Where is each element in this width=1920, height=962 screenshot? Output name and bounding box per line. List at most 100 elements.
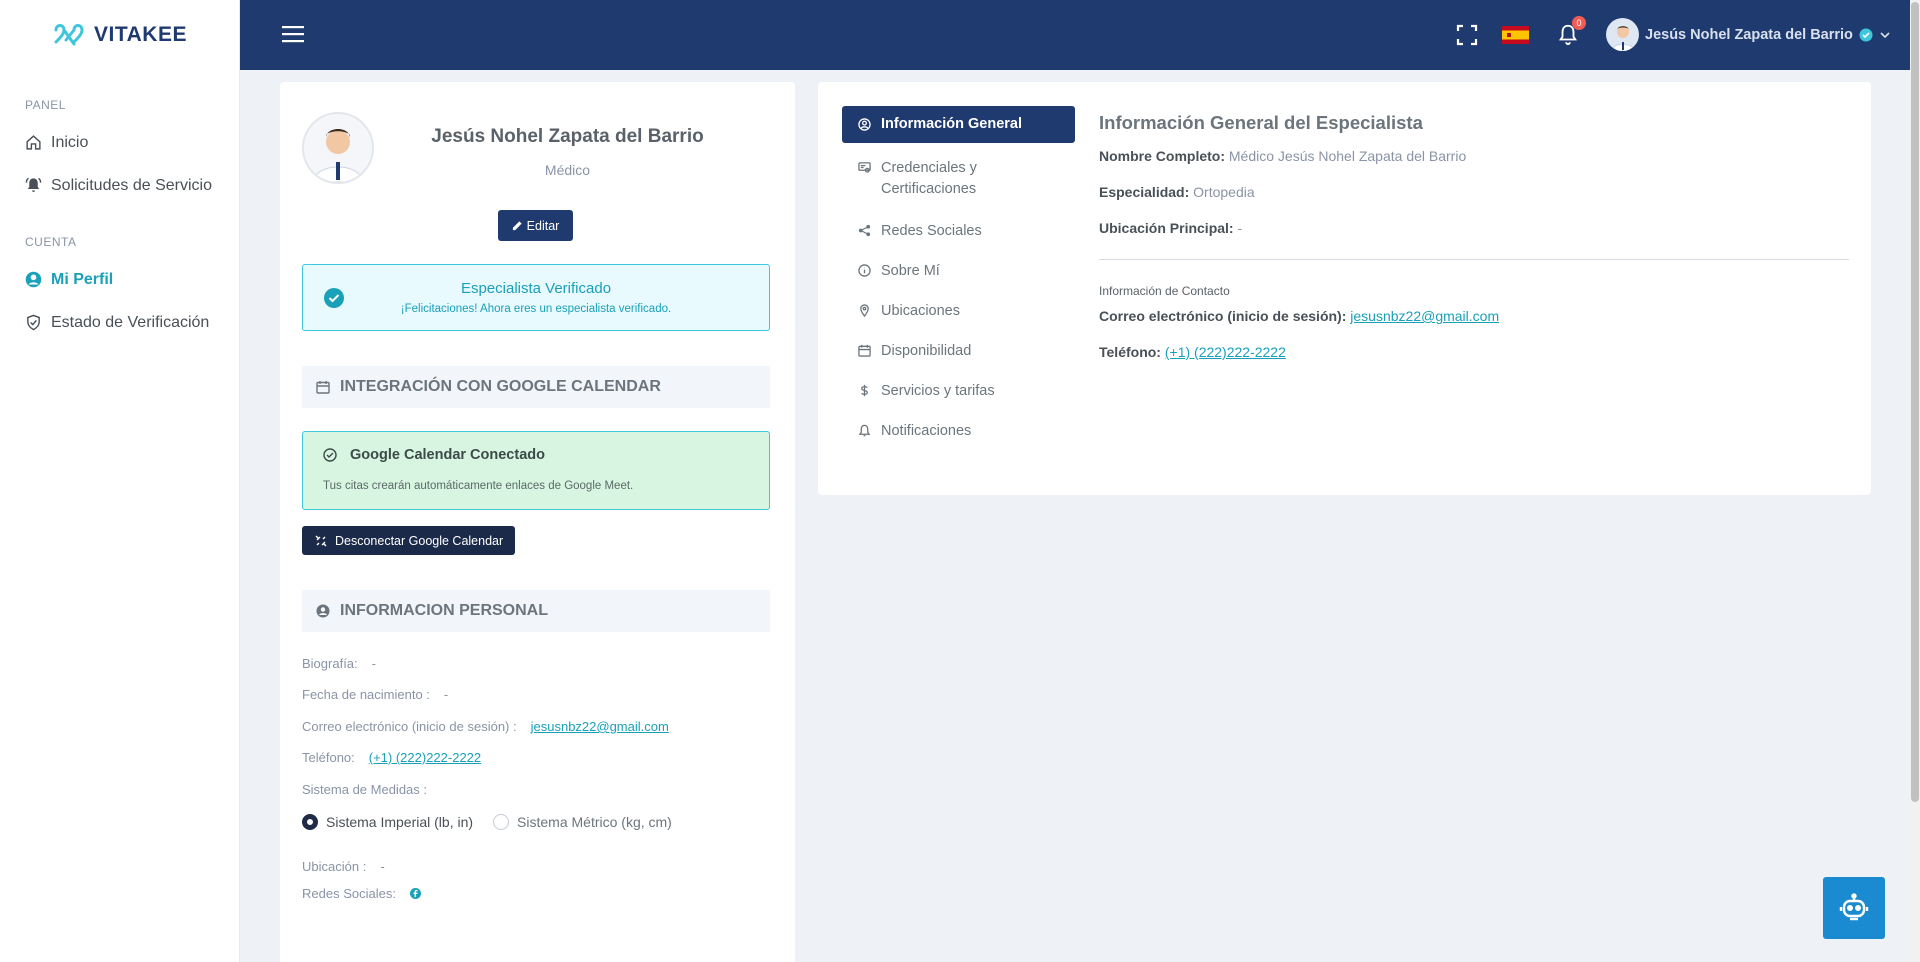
contact-email-label: Correo electrónico (inicio de sesión): xyxy=(1099,308,1347,324)
user-menu[interactable]: Jesús Nohel Zapata del Barrio xyxy=(1606,18,1891,51)
user-name: Jesús Nohel Zapata del Barrio xyxy=(1645,26,1853,43)
contact-email-line: Correo electrónico (inicio de sesión): j… xyxy=(1099,308,1849,324)
social-row: Redes Sociales: xyxy=(302,886,421,901)
email-row: Correo electrónico (inicio de sesión) : … xyxy=(302,719,669,734)
sidebar-section-cuenta: CUENTA xyxy=(25,235,77,249)
gcal-status-alert: Google Calendar Conectado Tus citas crea… xyxy=(302,431,770,510)
metric-label: Sistema Métrico (kg, cm) xyxy=(517,814,672,830)
disconnect-gcal-button[interactable]: Desconectar Google Calendar xyxy=(302,526,515,555)
profile-card: Jesús Nohel Zapata del Barrio Médico Edi… xyxy=(280,82,795,962)
gcal-section-header: INTEGRACIÓN CON GOOGLE CALENDAR xyxy=(302,366,770,408)
measure-system-label: Sistema de Medidas : xyxy=(302,782,428,797)
specialty-line: Especialidad: Ortopedia xyxy=(1099,184,1849,200)
sidebar-item-mi-perfil[interactable]: Mi Perfil xyxy=(0,258,239,301)
main-location-value: - xyxy=(1237,220,1243,236)
sidebar-item-label: Estado de Verificación xyxy=(51,313,210,331)
fullscreen-icon[interactable] xyxy=(1456,24,1478,46)
specialist-info-card: Información General Credenciales y Certi… xyxy=(818,82,1871,495)
tab-label: Credenciales y Certificaciones xyxy=(881,160,977,197)
tab-sobre-mi[interactable]: Sobre Mí xyxy=(842,252,1075,291)
contact-phone-link[interactable]: (+1) (222)222-2222 xyxy=(1165,344,1286,360)
info-icon xyxy=(858,264,871,277)
topbar: 0 Jesús Nohel Zapata del Barrio xyxy=(240,0,1910,70)
dollar-icon xyxy=(861,384,868,397)
birthdate-row: Fecha de nacimiento : - xyxy=(302,687,448,702)
gcal-section-title: INTEGRACIÓN CON GOOGLE CALENDAR xyxy=(340,378,661,395)
phone-row: Teléfono: (+1) (222)222-2222 xyxy=(302,750,481,765)
birthdate-label: Fecha de nacimiento : xyxy=(302,687,430,702)
notification-count-badge: 0 xyxy=(1572,16,1586,30)
brand-logo[interactable]: VITAKEE xyxy=(0,0,239,70)
sidebar-item-verificacion[interactable]: Estado de Verificación xyxy=(0,301,239,344)
personal-section-header: INFORMACION PERSONAL xyxy=(302,590,770,632)
bell-ring-icon xyxy=(25,177,42,192)
tab-label: Servicios y tarifas xyxy=(881,383,995,399)
hamburger-menu-icon[interactable] xyxy=(282,25,304,43)
user-circle-icon xyxy=(25,271,42,288)
sidebar: VITAKEE PANEL Inicio Solicitudes de Serv… xyxy=(0,0,240,962)
tab-label: Notificaciones xyxy=(881,423,972,439)
tab-credenciales[interactable]: Credenciales y Certificaciones xyxy=(842,149,1075,209)
unlink-icon xyxy=(315,535,327,546)
pencil-icon xyxy=(512,221,522,231)
gcal-status-title: Google Calendar Conectado xyxy=(350,447,545,463)
profile-role: Médico xyxy=(544,162,591,178)
bio-row: Biografía: - xyxy=(302,656,376,671)
location-label: Ubicación : xyxy=(302,859,367,874)
edit-button-label: Editar xyxy=(526,218,560,233)
shield-check-icon xyxy=(27,314,40,331)
calendar-icon xyxy=(316,381,330,394)
tab-label: Redes Sociales xyxy=(881,223,982,239)
user-circle-icon xyxy=(316,604,330,618)
certificate-icon xyxy=(858,162,871,173)
verified-alert: Especialista Verificado ¡Felicitaciones!… xyxy=(302,264,770,331)
share-icon xyxy=(858,224,871,237)
location-row: Ubicación : - xyxy=(302,859,385,874)
edit-button[interactable]: Editar xyxy=(498,210,573,241)
profile-name: Jesús Nohel Zapata del Barrio xyxy=(431,126,704,147)
metric-radio[interactable] xyxy=(493,814,510,830)
social-label: Redes Sociales: xyxy=(302,886,396,901)
tab-ubicaciones[interactable]: Ubicaciones xyxy=(842,292,1075,331)
sidebar-item-inicio[interactable]: Inicio xyxy=(0,121,239,164)
sidebar-item-label: Inicio xyxy=(51,133,89,151)
personal-section-title: INFORMACION PERSONAL xyxy=(340,602,548,619)
tab-label: Sobre Mí xyxy=(881,263,940,279)
tab-label: Información General xyxy=(881,116,1023,132)
phone-label: Teléfono: xyxy=(302,750,355,765)
tab-disponibilidad[interactable]: Disponibilidad xyxy=(842,332,1075,371)
verified-title: Especialista Verificado xyxy=(460,280,612,297)
tab-notificaciones[interactable]: Notificaciones xyxy=(842,412,1075,451)
doctor-avatar-icon xyxy=(1610,26,1635,51)
calendar-icon xyxy=(858,344,871,357)
page-scrollbar-thumb[interactable] xyxy=(1911,2,1919,802)
robot-icon xyxy=(1839,893,1869,921)
fullname-line: Nombre Completo: Médico Jesús Nohel Zapa… xyxy=(1099,148,1849,164)
imperial-radio[interactable] xyxy=(302,814,318,830)
contact-phone-label: Teléfono: xyxy=(1099,344,1161,360)
brand-name: VITAKEE xyxy=(94,23,187,46)
bell-icon xyxy=(858,424,871,437)
phone-link[interactable]: (+1) (222)222-2222 xyxy=(369,750,481,765)
main-location-label: Ubicación Principal: xyxy=(1099,220,1234,236)
contact-email-link[interactable]: jesusnbz22@gmail.com xyxy=(1350,308,1499,324)
tab-label: Ubicaciones xyxy=(881,303,960,319)
imperial-label: Sistema Imperial (lb, in) xyxy=(326,814,474,830)
verified-subtitle: ¡Felicitaciones! Ahora eres un especiali… xyxy=(400,303,672,315)
email-link[interactable]: jesusnbz22@gmail.com xyxy=(531,719,669,734)
tab-redes-sociales[interactable]: Redes Sociales xyxy=(842,212,1075,251)
specialty-label: Especialidad: xyxy=(1099,184,1190,200)
bio-value: - xyxy=(371,656,376,671)
sidebar-item-label: Solicitudes de Servicio xyxy=(51,176,212,194)
chatbot-button[interactable] xyxy=(1823,877,1885,939)
profile-tabs: Información General Credenciales y Certi… xyxy=(842,106,1075,451)
measure-system-row: Sistema de Medidas : xyxy=(302,782,427,797)
avatar xyxy=(1606,18,1639,51)
profile-avatar xyxy=(302,112,374,184)
tab-informacion-general[interactable]: Información General xyxy=(842,106,1075,143)
tab-servicios-tarifas[interactable]: Servicios y tarifas xyxy=(842,372,1075,411)
facebook-icon[interactable] xyxy=(409,888,421,899)
language-flag-spain-icon[interactable] xyxy=(1502,26,1529,44)
fullname-value: Médico Jesús Nohel Zapata del Barrio xyxy=(1228,148,1467,164)
sidebar-item-solicitudes[interactable]: Solicitudes de Servicio xyxy=(0,164,239,207)
